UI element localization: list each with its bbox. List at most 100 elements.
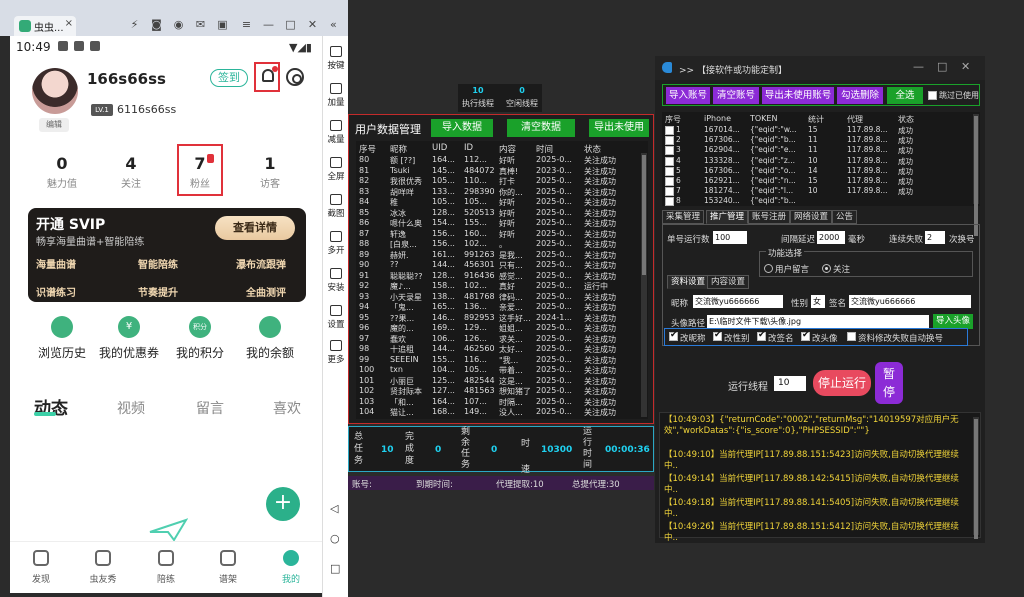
table-row[interactable]: 90?? 144... 456301 只有... 2025-0... 关注成功 — [356, 260, 638, 270]
col-header[interactable]: 代理 — [847, 114, 863, 125]
row-checkbox[interactable] — [665, 126, 674, 135]
sidebar-more[interactable]: 更多 — [323, 340, 349, 365]
nav-practice[interactable]: 陪练 — [141, 550, 191, 585]
tab-collect[interactable]: 采集管理 — [662, 210, 705, 224]
table-row[interactable]: 103 「和... 164... 107... 时隔... 2025-0... 关注成功 — [356, 397, 638, 407]
sidebar-settings[interactable]: 设置 — [323, 305, 349, 330]
window-icon[interactable]: ▣ — [216, 18, 229, 31]
nav-me[interactable]: 我的 — [266, 550, 316, 585]
table-row[interactable]: 85 冰冰 128... 520513 好听 2025-0... 关注成功 — [356, 208, 638, 218]
user-data-table[interactable]: 序号 昵称 UID ID 内容 时间 状态 80 额 [??] 164... 112.… — [356, 141, 648, 419]
import-avatar-button[interactable]: 导入头像 — [933, 314, 973, 329]
sidebar-volume-down[interactable]: 减量 — [323, 120, 349, 145]
stat-charm[interactable]: 0 魅力值 — [27, 154, 97, 190]
back-icon[interactable]: ◁ — [330, 502, 338, 515]
signin-button[interactable]: 签到 — [210, 69, 248, 87]
col-header[interactable]: UID — [432, 143, 447, 153]
table-row[interactable]: 84 稚 105... 105... 好听 2025-0... 关注成功 — [356, 197, 638, 207]
close-icon[interactable]: ✕ — [961, 60, 970, 73]
col-header[interactable]: 序号 — [359, 143, 376, 155]
table-row[interactable]: 1 167014... {"eqid":"w... 15 117.89.8... 成功 — [662, 125, 970, 136]
interval-input[interactable]: 2000 — [817, 231, 845, 244]
change-signature-checkbox[interactable] — [757, 330, 766, 341]
tab-messages[interactable]: 留言 — [196, 398, 224, 418]
col-header[interactable]: 昵称 — [390, 143, 407, 155]
col-header[interactable]: iPhone — [704, 114, 731, 123]
user-icon[interactable]: ◉ — [172, 18, 185, 31]
col-header[interactable]: 内容 — [499, 143, 516, 155]
quick-coupons[interactable]: ¥ 我的优惠券 — [94, 316, 164, 361]
table-row[interactable]: 6 162921... {"eqid":"n... 15 117.89.8... 成功 — [662, 176, 970, 187]
export-unused-button[interactable]: 导出未使用 — [589, 119, 649, 137]
row-checkbox[interactable] — [665, 146, 674, 156]
log-scrollbar[interactable] — [973, 417, 979, 539]
skip-used-checkbox[interactable] — [928, 91, 937, 100]
table-row[interactable]: 5 167306... {"eqid":"o... 14 117.89.8... 成功 — [662, 166, 970, 177]
edit-profile-button[interactable]: 编辑 — [39, 118, 69, 132]
pause-button[interactable]: 暂停 — [875, 362, 903, 404]
maximize-icon[interactable]: □ — [937, 60, 947, 73]
quick-balance[interactable]: 我的余额 — [235, 316, 305, 361]
row-checkbox[interactable] — [665, 156, 674, 166]
table-row[interactable]: 88 [白泉... 156... 102... 。 2025-0... 关注成功 — [356, 239, 638, 249]
stat-visitors[interactable]: 1 访客 — [235, 154, 305, 190]
quick-history[interactable]: 浏览历史 — [27, 316, 97, 361]
import-data-button[interactable]: 导入数据 — [431, 119, 493, 137]
table-row[interactable]: 2 167306... {"eqid":"b... 11 117.89.8... 成功 — [662, 135, 970, 146]
auto-swap-checkbox[interactable] — [847, 332, 856, 341]
table-row[interactable]: 99 SEEEIN 155... 116... "我... 2025-0... 关注成功 — [356, 355, 638, 365]
table-row[interactable]: 98 十追租 144... 462560 太好... 2025-0... 关注成功 — [356, 344, 638, 354]
sidebar-keys[interactable]: 按键 — [323, 46, 349, 71]
table-row[interactable]: 8 153240... {"eqid":"b... — [662, 196, 970, 207]
col-header[interactable]: 状态 — [898, 114, 914, 125]
col-header[interactable]: 序号 — [665, 114, 681, 125]
comment-radio[interactable] — [764, 264, 773, 273]
select-all-button[interactable]: 全选 — [887, 87, 923, 104]
close-icon[interactable]: ✕ — [306, 18, 319, 31]
table-scrollbar[interactable] — [641, 153, 647, 417]
mail-icon[interactable]: ✉ — [194, 18, 207, 31]
export-unused-accounts-button[interactable]: 导出未使用账号 — [762, 87, 834, 104]
single-threads-input[interactable]: 100 — [713, 231, 747, 244]
table-row[interactable]: 91 聪聪聪?? 128... 916436 感觉... 2025-0... 关注成功 — [356, 271, 638, 281]
lightning-icon[interactable]: ⚡ — [128, 18, 141, 31]
row-checkbox[interactable] — [665, 197, 674, 207]
home-icon[interactable]: ○ — [330, 532, 340, 545]
col-header[interactable]: 统计 — [808, 114, 824, 125]
nickname-input[interactable]: 交流微yu666666 — [693, 295, 783, 308]
table-row[interactable]: 80 额 [??] 164... 112... 好听 2025-0... 关注成功 — [356, 155, 638, 165]
col-header[interactable]: 状态 — [584, 143, 601, 155]
table-row[interactable]: 101 小丽巨 125... 482544 这是... 2025-0... 关注成功 — [356, 376, 638, 386]
row-checkbox[interactable] — [665, 187, 674, 197]
log-panel[interactable]: 【10:49:03】{"returnCode":"0002","returnMs… — [659, 412, 981, 543]
minimize-icon[interactable]: — — [262, 18, 275, 31]
maximize-icon[interactable]: □ — [284, 18, 297, 31]
svip-details-button[interactable]: 查看详情 — [215, 216, 295, 240]
gender-input[interactable]: 女 — [811, 295, 825, 308]
clear-accounts-button[interactable]: 清空账号 — [713, 87, 759, 104]
quick-points[interactable]: 积分 我的积分 — [165, 316, 235, 361]
nav-scores[interactable]: 谱架 — [203, 550, 253, 585]
notification-bell-button[interactable] — [254, 62, 280, 92]
nav-discover[interactable]: 发现 — [16, 550, 66, 585]
recents-icon[interactable]: □ — [330, 562, 340, 575]
table-row[interactable]: 3 162904... {"eqid":"e... 11 117.89.8... 成功 — [662, 145, 970, 156]
subtab-content[interactable]: 内容设置 — [707, 275, 750, 289]
delete-checked-button[interactable]: 勾选删除 — [837, 87, 883, 104]
gamepad-icon[interactable]: ◙ — [150, 18, 163, 31]
row-checkbox[interactable] — [665, 177, 674, 186]
close-tab-icon[interactable]: × — [65, 18, 73, 29]
table-row[interactable]: 102 贤封际本 127... 481563 想知猪了 2025-0... 关注成功 — [356, 386, 638, 396]
tab-register[interactable]: 账号注册 — [748, 210, 791, 224]
table-row[interactable]: 97 蠢欢 106... 126... 求关... 2025-0... 关注成功 — [356, 334, 638, 344]
row-checkbox[interactable] — [665, 166, 674, 176]
table-scrollbar[interactable] — [973, 114, 979, 236]
table-row[interactable]: 104 猫让... 168... 149... 没人... 2025-0... 关注成功 — [356, 407, 638, 417]
table-row[interactable]: 95 ??果... 146... 892953 这手好... 2024-1... 关注成功 — [356, 313, 638, 323]
tab-likes[interactable]: 喜欢 — [273, 398, 301, 418]
change-nickname-checkbox[interactable] — [669, 330, 678, 341]
sidebar-screenshot[interactable]: 截图 — [323, 194, 349, 219]
col-header[interactable]: 时间 — [536, 143, 553, 155]
sidebar-volume-up[interactable]: 加量 — [323, 83, 349, 108]
subtab-profile[interactable]: 资料设置 — [667, 275, 710, 289]
